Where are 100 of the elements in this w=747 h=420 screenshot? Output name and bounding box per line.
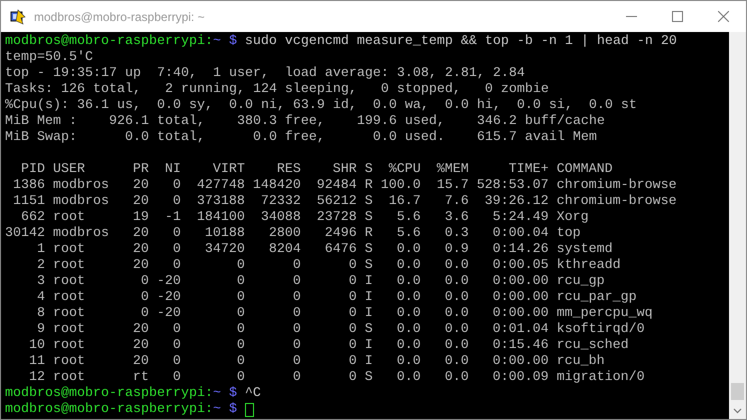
table-cell: I <box>364 354 373 370</box>
table-cell-text: 0:00.00 <box>492 354 549 370</box>
table-cell-text: 0.0 <box>396 338 421 354</box>
table-cell-text: root <box>52 290 86 306</box>
table-cell-text: 23728 <box>316 210 357 226</box>
table-cell-text: modbros <box>52 194 110 210</box>
column-header: RES <box>276 162 301 178</box>
table-cell-text: 0 <box>172 178 181 194</box>
table-cell-text: 15.7 <box>436 178 469 194</box>
table-cell-text: 184100 <box>196 210 245 226</box>
table-cell-text: 0.0 <box>444 370 469 386</box>
table-cell-text: 4 <box>36 290 45 306</box>
table-cell-text: 373188 <box>196 194 245 210</box>
table-cell-text: 0 <box>292 274 301 290</box>
table-cell-text: root <box>52 322 86 338</box>
table-cell-text: 0 <box>236 338 245 354</box>
table-cell-text: root <box>52 370 86 386</box>
table-cell: 148420 <box>252 178 301 194</box>
column-header: NI <box>164 162 181 178</box>
table-cell-text: 0 <box>292 322 301 338</box>
table-cell-text: 1386 <box>12 178 45 194</box>
column-header: %CPU <box>388 162 421 178</box>
scrollbar-thumb[interactable] <box>731 383 744 400</box>
table-cell-text: 0.0 <box>444 338 469 354</box>
table-cell-text: 9 <box>36 322 45 338</box>
table-cell-text: 0.0 <box>396 274 421 290</box>
table-cell-text: 0 <box>236 274 245 290</box>
table-cell-text: 0 <box>172 338 181 354</box>
table-cell-text: 0 <box>172 226 181 242</box>
table-cell-text: 0:00.00 <box>492 306 549 322</box>
table-cell-text: root <box>52 354 86 370</box>
table-cell-text: 92484 <box>316 178 357 194</box>
table-cell: 100.0 <box>380 178 421 194</box>
table-cell-text: 0.3 <box>444 226 469 242</box>
table-cell-text: 0 <box>172 370 181 386</box>
table-cell-text: 0 <box>236 354 245 370</box>
table-cell-text: 0:00.00 <box>492 290 549 306</box>
table-cell-text: systemd <box>556 242 614 258</box>
column-header: TIME+ <box>508 162 549 178</box>
table-cell-text: rcu_par_gp <box>556 290 638 306</box>
table-cell: I <box>364 338 373 354</box>
table-cell-text: root <box>52 306 86 322</box>
column-header: USER <box>52 162 86 178</box>
table-cell: -20 <box>156 306 181 322</box>
table-cell-text: 0 <box>292 338 301 354</box>
table-cell-text: 0 <box>292 306 301 322</box>
table-cell: I <box>364 306 373 322</box>
prompt-path: ~ <box>212 386 221 402</box>
table-cell-text: 0 <box>172 322 181 338</box>
table-cell-text: Xorg <box>556 210 590 226</box>
table-cell-text: 0:00.05 <box>492 258 549 274</box>
table-cell: 528:53.07 <box>476 178 549 194</box>
table-cell-text: 0 <box>172 242 181 258</box>
table-cell-text: 8 <box>36 306 45 322</box>
table-cell-text: 2800 <box>268 226 301 242</box>
table-cell-text: 5.6 <box>396 210 421 226</box>
prompt-path: ~ <box>212 34 221 50</box>
table-cell-text: 0.0 <box>444 322 469 338</box>
table-cell-text: 10188 <box>204 226 245 242</box>
table-cell-text: 19 <box>132 210 149 226</box>
column-header: PID <box>20 162 45 178</box>
table-cell-text: 1151 <box>12 194 45 210</box>
table-cell-text: 16.7 <box>388 194 421 210</box>
table-cell-text: root <box>52 338 86 354</box>
table-cell-text: 0 <box>140 274 149 290</box>
table-cell-text: 0:15.46 <box>492 338 549 354</box>
table-cell-text: 2 <box>36 258 45 274</box>
table-cell-text: 5:24.49 <box>492 210 549 226</box>
prompt-symbol: $ <box>228 34 237 50</box>
prompt-symbol: $ <box>228 402 237 418</box>
output-line: Tasks: 126 total, 2 running, 124 sleeping, 0 stopped, 0 zombie <box>5 82 549 97</box>
table-cell-text: 0 <box>348 322 357 338</box>
table-cell-text: 0 <box>140 290 149 306</box>
table-cell: S <box>364 194 373 210</box>
table-cell-text: 427748 <box>196 178 245 194</box>
table-cell-text: 0:14.26 <box>492 242 549 258</box>
table-cell-text: 0.0 <box>444 258 469 274</box>
table-cell: S <box>364 258 373 274</box>
table-cell-text: 0 <box>292 370 301 386</box>
table-cell-text: 6476 <box>324 242 357 258</box>
scrollbar[interactable] <box>729 32 746 419</box>
table-cell-text: 0 <box>348 354 357 370</box>
terminal-app-icon <box>10 8 26 24</box>
table-cell-text: rcu_sched <box>556 338 630 354</box>
table-cell-text: chromium-browse <box>556 194 678 210</box>
table-cell: -20 <box>156 274 181 290</box>
table-cell-text: 0 <box>236 306 245 322</box>
table-cell-text: 0 <box>140 306 149 322</box>
table-cell-text: root <box>52 242 86 258</box>
table-cell-text: 20 <box>132 242 149 258</box>
table-cell-text: 0 <box>236 258 245 274</box>
table-cell-text: 0:00.09 <box>492 370 549 386</box>
table-cell: R <box>364 178 373 194</box>
table-cell-text: root <box>52 258 86 274</box>
table-cell-text: root <box>52 210 86 226</box>
table-cell: R <box>364 226 373 242</box>
table-cell-text: 72332 <box>260 194 301 210</box>
table-cell-text: 662 <box>20 210 45 226</box>
table-cell: S <box>364 370 373 386</box>
table-cell-text: ksoftirqd/0 <box>556 322 646 338</box>
